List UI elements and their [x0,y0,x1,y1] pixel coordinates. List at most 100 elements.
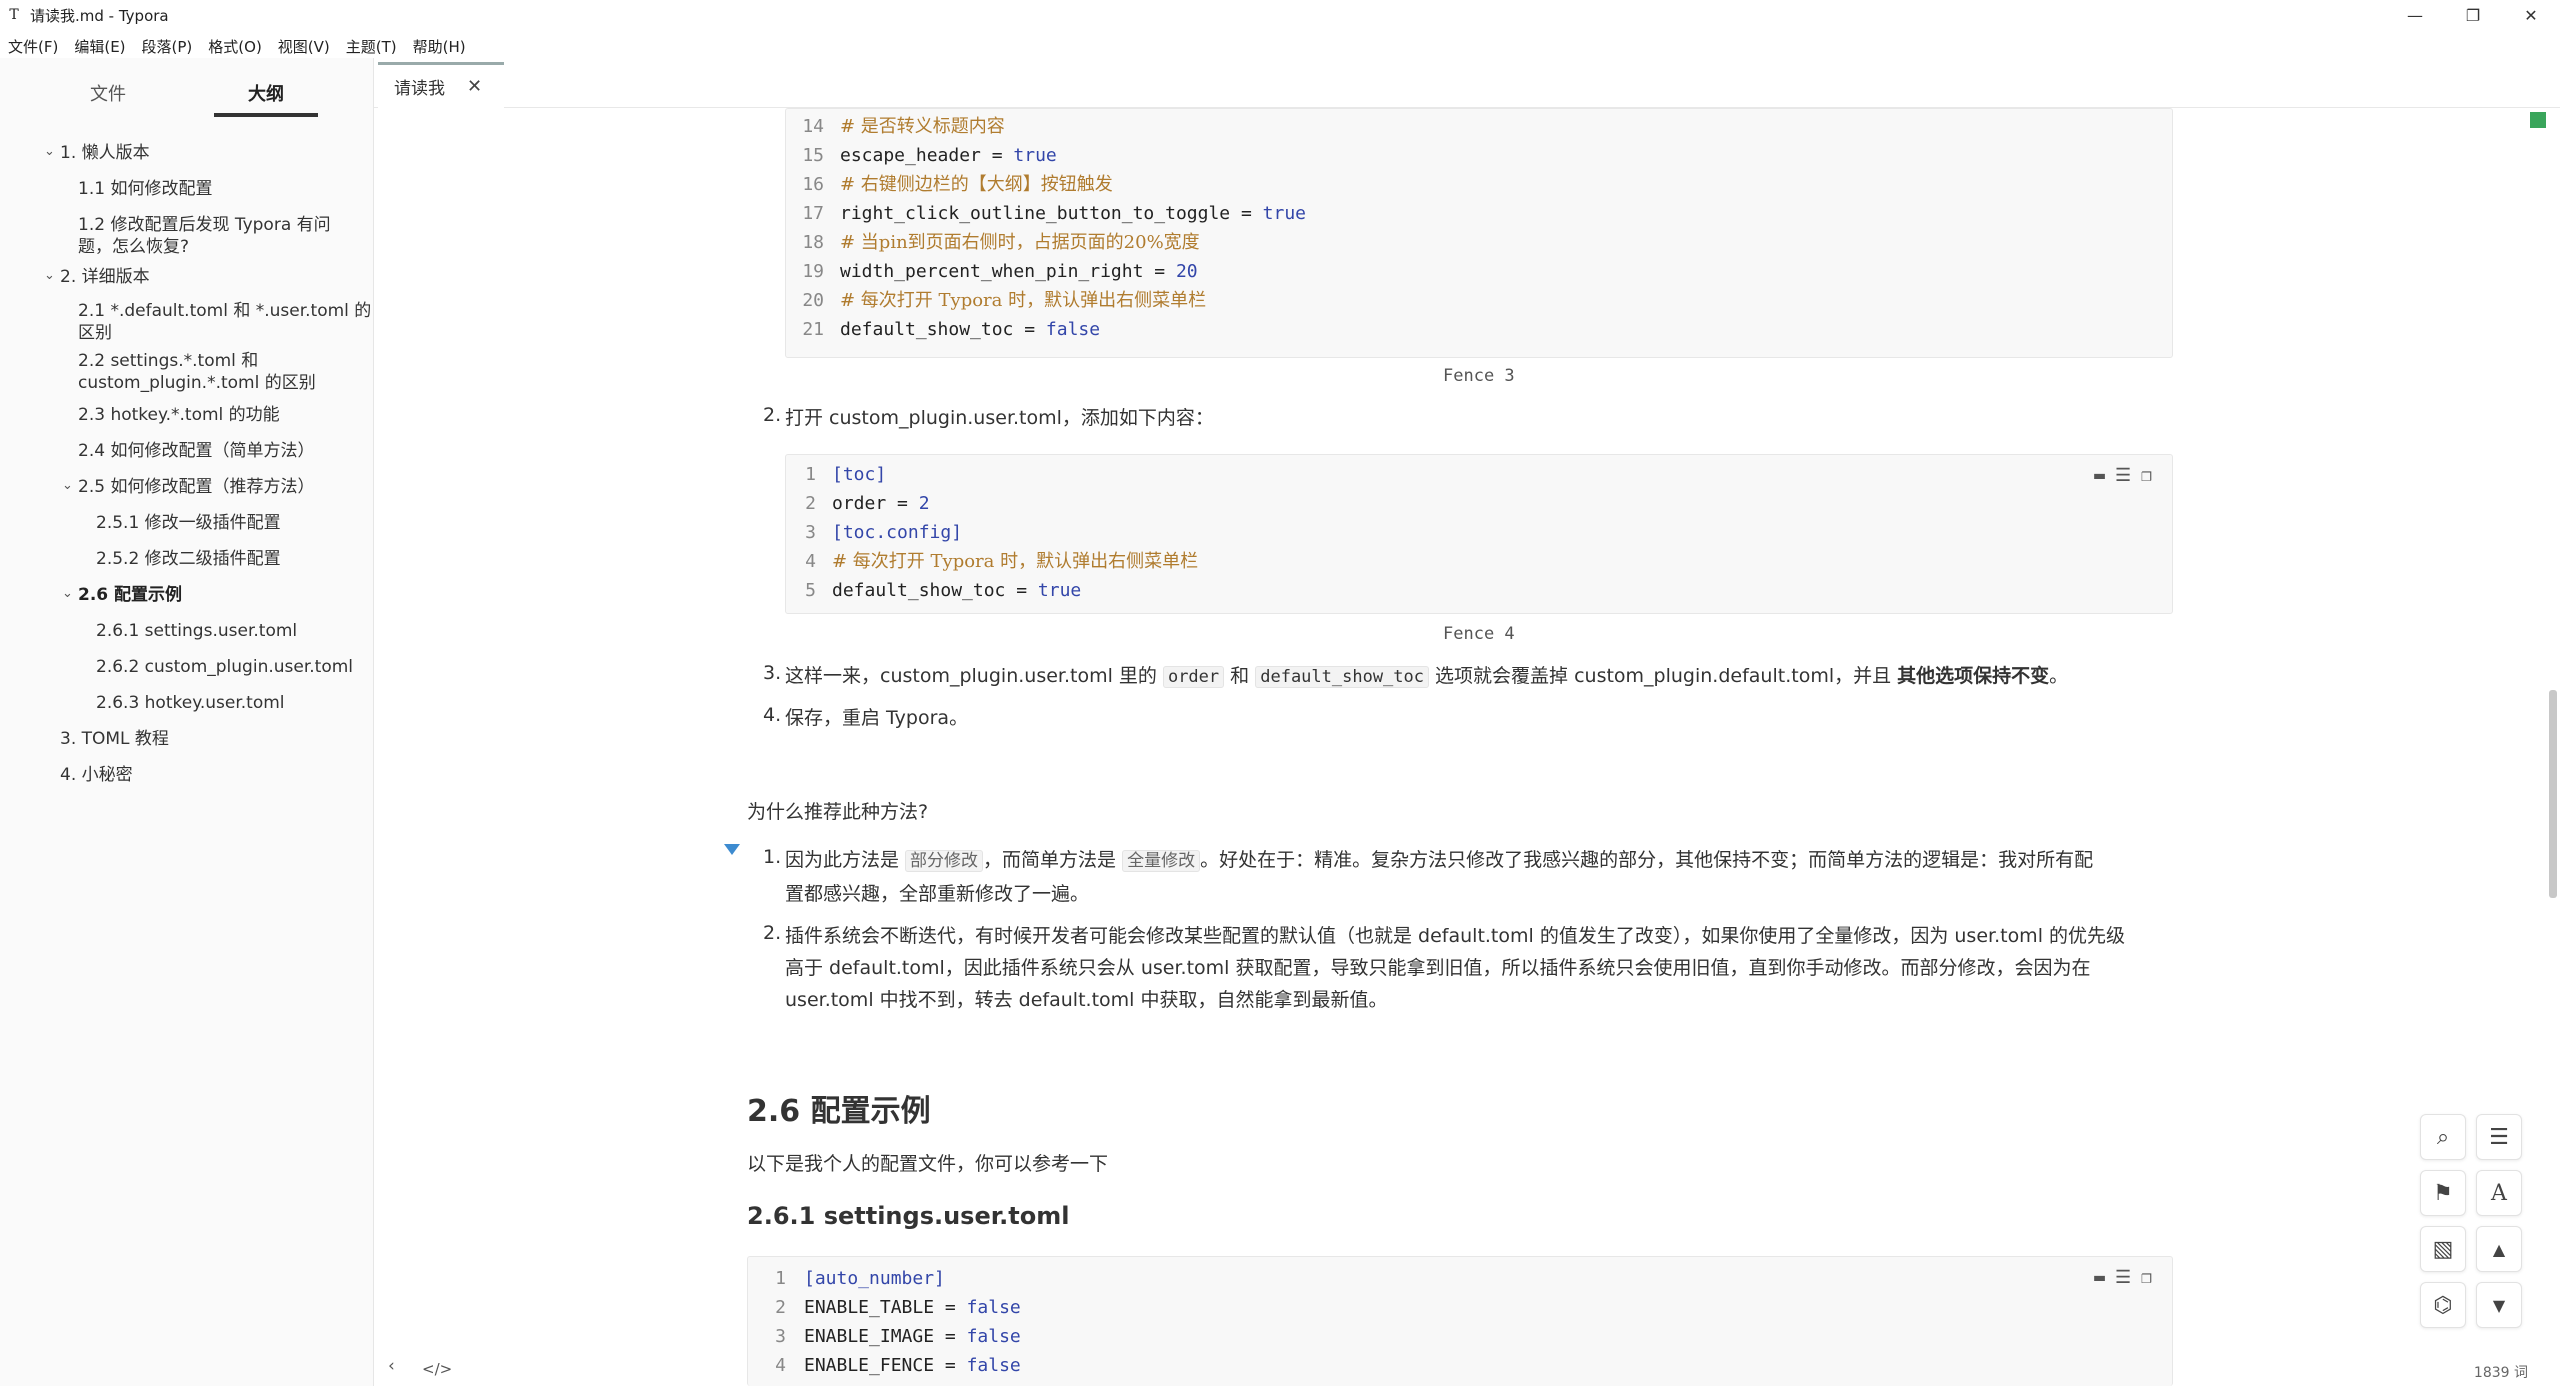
line-number: 1 [775,1268,786,1289]
outline-item-4[interactable]: 4. 小秘密 [60,764,133,786]
arrow-up-icon: ▲ [2492,1239,2506,1259]
typora-app-icon: T [9,7,19,23]
outline-item-2-1[interactable]: 2.1 *.default.toml 和 *.user.toml 的 [78,300,371,322]
code-block-fence-3[interactable]: 14 # 是否转义标题内容 15 escape_header = true 16 # … [785,108,2173,358]
menu-help[interactable]: 帮助(H) [413,36,466,57]
outline-item-2-3[interactable]: 2.3 hotkey.*.toml 的功能 [78,404,280,426]
menu-edit[interactable]: 编辑(E) [74,36,125,57]
window-title: 请读我.md - Typora [30,6,169,25]
copy-icon[interactable]: ❐ [2141,465,2152,486]
font-button[interactable]: A [2476,1170,2522,1216]
text-segment: 。好处在于：精准。复杂方法只修改了我感兴趣的部分，其他保持不变；而简单方法的逻辑… [1200,849,2094,871]
close-window-button[interactable]: ✕ [2502,0,2560,30]
code-value: true [1037,580,1082,601]
chevron-down-icon[interactable]: ⌄ [44,144,55,159]
minimize-button[interactable]: — [2386,0,2444,30]
fence-caption: Fence 3 [1443,366,1515,386]
paragraph: 为什么推荐此种方法? [747,801,929,823]
collapse-icon[interactable]: ▬ [2094,1267,2105,1288]
tree-button[interactable]: ⌬ [2420,1282,2466,1328]
close-tab-icon[interactable]: ✕ [467,76,482,97]
indent-icon[interactable]: ☰ [2115,1267,2131,1288]
code-comment: # 是否转义标题内容 [840,116,1005,137]
scrollbar-thumb[interactable] [2549,690,2557,898]
list-number: 2. [763,922,782,944]
fold-triangle-icon[interactable] [724,844,740,855]
sidebar: 文件 大纲 ⌄ 1. 懒人版本 1.1 如何修改配置 1.2 修改配置后发现 T… [0,58,374,1386]
code-value: true [1013,145,1057,166]
chevron-down-icon[interactable]: ⌄ [62,478,73,493]
text-segment: 。 [2049,665,2069,687]
code-value: 20 [1175,261,1198,282]
collapse-icon[interactable]: ▬ [2094,465,2105,486]
image-icon: ▧ [2432,1236,2454,1262]
outline-item-3[interactable]: 3. TOML 教程 [60,728,169,750]
search-button[interactable]: ⌕ [2420,1114,2466,1160]
outline-item-2-5-2[interactable]: 2.5.2 修改二级插件配置 [96,548,281,570]
inline-code: order [1162,666,1225,688]
line-number: 5 [805,580,816,601]
code-key: ENABLE_TABLE = [804,1297,967,1318]
outline-item-2-5[interactable]: 2.5 如何修改配置（推荐方法） [78,476,314,498]
menu-paragraph[interactable]: 段落(P) [142,36,193,57]
maximize-button[interactable]: ❐ [2444,0,2502,30]
code-key: default_show_toc = [832,580,1038,601]
menu-view[interactable]: 视图(V) [278,36,330,57]
code-block-fence-4[interactable]: ▬ ☰ ❐ 1 [toc] 2 order = 2 3 [toc.config] 4 #… [785,454,2173,614]
back-icon[interactable]: ‹ [388,1356,395,1376]
outline-item-1-1[interactable]: 1.1 如何修改配置 [78,178,212,200]
inline-code: default_show_toc [1255,666,1429,688]
outline-item-2-4[interactable]: 2.4 如何修改配置（简单方法） [78,440,314,462]
chevron-down-icon[interactable]: ⌄ [44,268,55,283]
list-number: 2. [763,404,782,426]
line-number: 20 [802,290,824,311]
outline-item-1[interactable]: 1. 懒人版本 [60,142,150,164]
menu-theme[interactable]: 主题(T) [346,36,397,57]
source-code-toggle-icon[interactable]: </> [422,1360,452,1378]
copy-icon[interactable]: ❐ [2141,1267,2152,1288]
code-comment: # 当pin到页面右侧时，占据页面的20%宽度 [840,232,1200,253]
outline-item-1-2-wrap[interactable]: 题，怎么恢复? [78,236,189,258]
outline-item-2-6-2[interactable]: 2.6.2 custom_plugin.user.toml [96,656,353,678]
highlight-tag: 部分修改 [905,850,984,872]
line-number: 4 [805,551,816,572]
code-key: ENABLE_FENCE = [804,1355,967,1376]
menu-bar: 文件(F) 编辑(E) 段落(P) 格式(O) 视图(V) 主题(T) 帮助(H… [0,34,482,58]
line-number: 2 [775,1297,786,1318]
menu-file[interactable]: 文件(F) [8,36,58,57]
outline-item-2-2[interactable]: 2.2 settings.*.toml 和 [78,350,258,372]
scroll-up-button[interactable]: ▲ [2476,1226,2522,1272]
outline-item-1-2[interactable]: 1.2 修改配置后发现 Typora 有问 [78,214,331,236]
line-number: 21 [802,319,824,340]
code-block-settings[interactable]: ▬ ☰ ❐ 1 [auto_number] 2 ENABLE_TABLE = fal… [747,1256,2173,1386]
code-value: true [1262,203,1306,224]
word-count[interactable]: 1839 词 [2474,1362,2528,1382]
tab-outline[interactable]: 大纲 [248,80,284,106]
outline-item-2-6[interactable]: 2.6 配置示例 [78,584,182,606]
menu-format[interactable]: 格式(O) [208,36,262,57]
code-key: order = [832,493,919,514]
indent-icon[interactable]: ☰ [2115,465,2131,486]
tab-files[interactable]: 文件 [90,80,126,106]
code-value: 2 [918,493,930,514]
outline-item-2[interactable]: 2. 详细版本 [60,266,150,288]
scroll-down-button[interactable]: ▼ [2476,1282,2522,1328]
outline-item-2-6-1[interactable]: 2.6.1 settings.user.toml [96,620,297,642]
heading-2-6: 2.6 配置示例 [747,1094,931,1129]
code-toolbar: ▬ ☰ ❐ [2094,465,2152,486]
bookmark-button[interactable]: ⚑ [2420,1170,2466,1216]
code-key: default_show_toc = [840,319,1046,340]
list-item-text-wrap: 高于 default.toml，因此插件系统只会从 user.toml 获取配置… [785,957,2091,979]
chevron-down-icon[interactable]: ⌄ [62,586,73,601]
list-item-text: 因为此方法是 部分修改 ，而简单方法是 全量修改 。好处在于：精准。复杂方法只修改了… [785,844,2093,877]
document-tab[interactable]: 请读我 ✕ [378,62,504,108]
image-button[interactable]: ▧ [2420,1226,2466,1272]
outline-item-2-1-wrap[interactable]: 区别 [78,322,112,344]
outline-item-2-6-3[interactable]: 2.6.3 hotkey.user.toml [96,692,285,714]
list-item-text: 打开 custom_plugin.user.toml，添加如下内容： [785,407,1214,429]
list-item-text-wrap: user.toml 中找不到，转去 default.toml 中获取，自然能拿到… [785,989,1388,1011]
outline-toggle-button[interactable]: ☰ [2476,1114,2522,1160]
code-table: [toc] [832,464,887,485]
outline-item-2-2-wrap[interactable]: custom_plugin.*.toml 的区别 [78,372,316,394]
outline-item-2-5-1[interactable]: 2.5.1 修改一级插件配置 [96,512,281,534]
